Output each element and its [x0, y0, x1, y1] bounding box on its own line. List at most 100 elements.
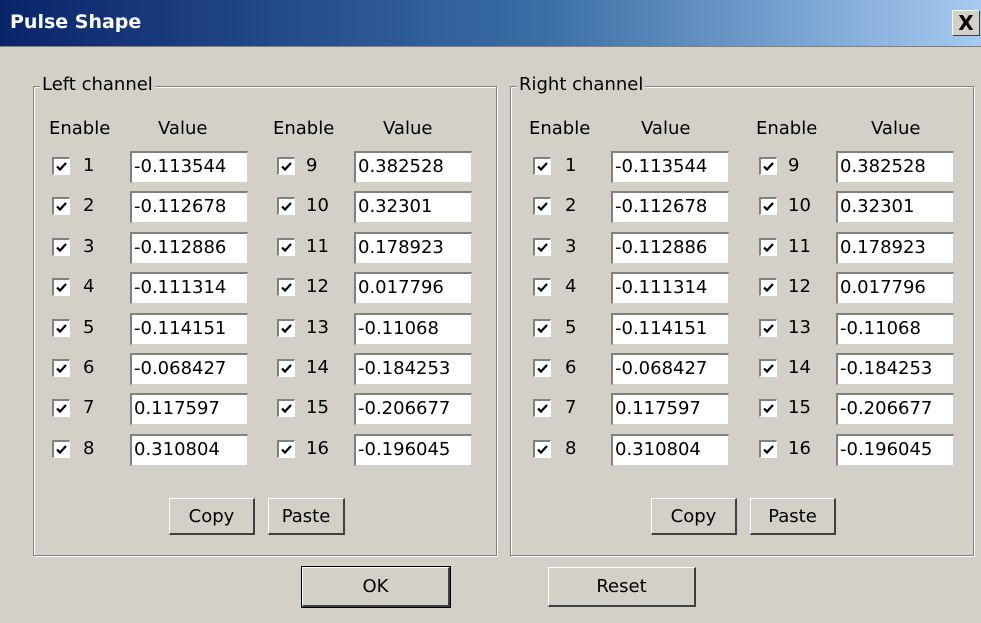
left-value-field[interactable]: -0.111314	[130, 272, 248, 304]
checkmark-icon	[56, 202, 67, 212]
left-value-field[interactable]: -0.184253	[354, 353, 472, 385]
left-enable-checkbox[interactable]	[52, 319, 70, 337]
right-enable-checkbox[interactable]	[533, 157, 551, 175]
left-enable-checkbox[interactable]	[277, 359, 295, 377]
right-tap-number: 14	[788, 357, 811, 378]
right-enable-checkbox[interactable]	[533, 440, 551, 458]
right-enable-checkbox[interactable]	[533, 319, 551, 337]
right-tap-number: 4	[565, 276, 577, 297]
right-enable-checkbox[interactable]	[759, 157, 777, 175]
left-value-field[interactable]: 0.178923	[354, 232, 472, 264]
left-value-field[interactable]: -0.112886	[130, 232, 248, 264]
left-copy-button[interactable]: Copy	[169, 498, 255, 535]
left-channel-label: Left channel	[40, 74, 155, 95]
right-value-field[interactable]: -0.11068	[836, 313, 954, 345]
close-icon: X	[958, 11, 974, 35]
right-value-field[interactable]: -0.111314	[611, 272, 729, 304]
right-paste-button[interactable]: Paste	[750, 498, 836, 535]
right-value-field[interactable]: -0.114151	[611, 313, 729, 345]
left-tap-number: 4	[83, 276, 95, 297]
right-tap-number: 2	[565, 195, 577, 216]
left-enable-checkbox[interactable]	[277, 157, 295, 175]
right-value-field[interactable]: -0.068427	[611, 353, 729, 385]
right-copy-button[interactable]: Copy	[651, 498, 737, 535]
right-enable-checkbox[interactable]	[759, 238, 777, 256]
left-enable-checkbox[interactable]	[52, 157, 70, 175]
right-value-field[interactable]: -0.112886	[611, 232, 729, 264]
left-value-field[interactable]: -0.11068	[354, 313, 472, 345]
left-value-field[interactable]: 0.117597	[130, 393, 248, 425]
window-title: Pulse Shape	[10, 11, 142, 33]
left-enable-checkbox[interactable]	[52, 359, 70, 377]
checkmark-icon	[56, 283, 67, 293]
left-value-field[interactable]: -0.196045	[354, 434, 472, 466]
right-value-field[interactable]: 0.117597	[611, 393, 729, 425]
left-copy-label: Copy	[188, 505, 235, 527]
right-enable-checkbox[interactable]	[759, 278, 777, 296]
right-enable-checkbox[interactable]	[759, 399, 777, 417]
left-value-field[interactable]: -0.114151	[130, 313, 248, 345]
right-value-field[interactable]: -0.206677	[836, 393, 954, 425]
right-value-field[interactable]: 0.017796	[836, 272, 954, 304]
right-enable-checkbox[interactable]	[759, 440, 777, 458]
left-tap-number: 6	[83, 357, 95, 378]
left-paste-button[interactable]: Paste	[268, 498, 345, 535]
left-enable-checkbox[interactable]	[52, 278, 70, 296]
title-bar: Pulse Shape X	[0, 0, 981, 47]
checkmark-icon	[537, 404, 548, 414]
left-tap-number: 11	[306, 236, 329, 257]
left-tap-number: 14	[306, 357, 329, 378]
right-value-field[interactable]: 0.382528	[836, 151, 954, 183]
right-channel-label: Right channel	[517, 74, 646, 95]
enable-column-header: Enable	[273, 118, 335, 139]
right-value-field[interactable]: 0.178923	[836, 232, 954, 264]
left-value-field[interactable]: 0.382528	[354, 151, 472, 183]
right-value-field[interactable]: -0.184253	[836, 353, 954, 385]
right-enable-checkbox[interactable]	[533, 359, 551, 377]
left-enable-checkbox[interactable]	[277, 278, 295, 296]
right-value-field[interactable]: 0.310804	[611, 434, 729, 466]
reset-button[interactable]: Reset	[548, 567, 696, 607]
right-enable-checkbox[interactable]	[533, 197, 551, 215]
left-value-field[interactable]: 0.017796	[354, 272, 472, 304]
right-tap-number: 5	[565, 317, 577, 338]
checkmark-icon	[537, 202, 548, 212]
left-tap-number: 2	[83, 195, 95, 216]
left-value-field[interactable]: -0.206677	[354, 393, 472, 425]
left-enable-checkbox[interactable]	[277, 440, 295, 458]
right-tap-number: 12	[788, 276, 811, 297]
right-enable-checkbox[interactable]	[759, 359, 777, 377]
left-enable-checkbox[interactable]	[52, 399, 70, 417]
left-value-field[interactable]: -0.113544	[130, 151, 248, 183]
left-enable-checkbox[interactable]	[277, 319, 295, 337]
right-value-field[interactable]: -0.112678	[611, 191, 729, 223]
left-tap-number: 10	[306, 195, 329, 216]
right-enable-checkbox[interactable]	[759, 319, 777, 337]
left-value-field[interactable]: 0.32301	[354, 191, 472, 223]
checkmark-icon	[56, 445, 67, 455]
left-enable-checkbox[interactable]	[52, 440, 70, 458]
right-enable-checkbox[interactable]	[533, 399, 551, 417]
left-enable-checkbox[interactable]	[277, 238, 295, 256]
left-enable-checkbox[interactable]	[277, 399, 295, 417]
right-tap-number: 7	[565, 397, 577, 418]
right-enable-checkbox[interactable]	[533, 238, 551, 256]
right-enable-checkbox[interactable]	[533, 278, 551, 296]
left-tap-number: 7	[83, 397, 95, 418]
right-value-field[interactable]: 0.32301	[836, 191, 954, 223]
enable-column-header: Enable	[49, 118, 111, 139]
ok-button[interactable]: OK	[301, 566, 451, 608]
left-enable-checkbox[interactable]	[52, 197, 70, 215]
left-enable-checkbox[interactable]	[52, 238, 70, 256]
left-tap-number: 3	[83, 236, 95, 257]
checkmark-icon	[763, 243, 774, 253]
right-value-field[interactable]: -0.113544	[611, 151, 729, 183]
close-button[interactable]: X	[952, 10, 980, 36]
left-enable-checkbox[interactable]	[277, 197, 295, 215]
right-copy-label: Copy	[670, 505, 717, 527]
right-enable-checkbox[interactable]	[759, 197, 777, 215]
left-value-field[interactable]: 0.310804	[130, 434, 248, 466]
left-value-field[interactable]: -0.068427	[130, 353, 248, 385]
left-value-field[interactable]: -0.112678	[130, 191, 248, 223]
right-value-field[interactable]: -0.196045	[836, 434, 954, 466]
